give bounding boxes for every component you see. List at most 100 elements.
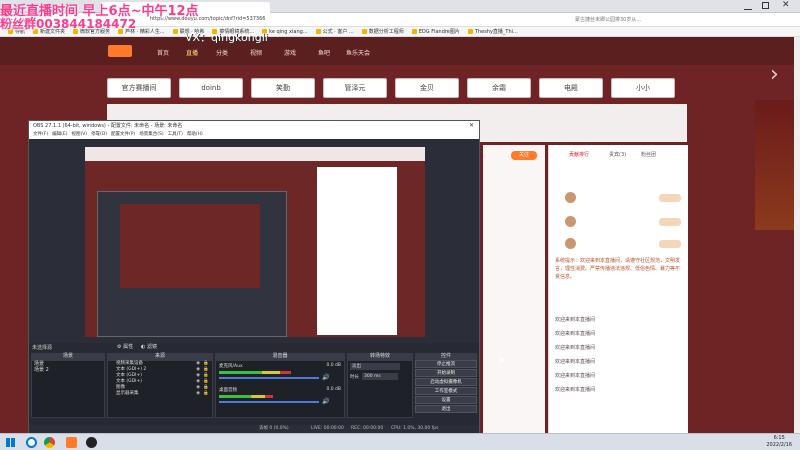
live-timer: LIVE: 00:00:00 bbox=[311, 426, 344, 431]
nav-item[interactable]: 鱼乐天会 bbox=[346, 48, 370, 57]
control-button[interactable]: 工作室模式 bbox=[415, 387, 477, 395]
scene-item[interactable]: 场景 2 bbox=[32, 367, 104, 373]
nested-chat-capture bbox=[317, 167, 397, 335]
obs-close-icon[interactable]: ✕ bbox=[469, 122, 474, 129]
minimize-icon[interactable] bbox=[744, 2, 752, 10]
duration-label: 时长 bbox=[350, 375, 359, 380]
rank-row[interactable] bbox=[553, 237, 685, 251]
windows-taskbar: 6:15 2022/2/16 bbox=[0, 433, 800, 450]
scenes-list: 场景 场景 2 bbox=[31, 360, 105, 418]
control-button[interactable]: 退出 bbox=[415, 405, 477, 413]
obs-menu-item[interactable]: 场景集合(S) bbox=[139, 132, 163, 137]
nested-browser-capture bbox=[85, 147, 425, 161]
sources-header: 来源 bbox=[107, 353, 213, 360]
chrome-icon[interactable] bbox=[44, 437, 55, 448]
desktop-track-db: 0.0 dB bbox=[326, 387, 341, 392]
chat-tab-fans[interactable]: 粉丝团 bbox=[641, 151, 656, 158]
obs-preview-canvas[interactable] bbox=[85, 147, 425, 337]
next-arrow-icon[interactable]: › bbox=[770, 62, 779, 87]
bookmark-item[interactable]: Theshy直播_Thi... bbox=[468, 27, 518, 36]
obs-dock-area: 未选择源 ⚙ 属性 ◐ 滤镜 场景 场景 场景 2 来源 视频采集设备 ◉ 🔒 文本 … bbox=[29, 343, 479, 433]
nav-item[interactable]: 鱼吧 bbox=[318, 48, 330, 57]
obs-app-icon[interactable] bbox=[86, 437, 97, 448]
nav-item[interactable]: 首页 bbox=[157, 48, 169, 57]
rank-row[interactable] bbox=[553, 215, 685, 229]
transitions-header: 转场特效 bbox=[347, 353, 413, 360]
nav-item[interactable]: 游戏 bbox=[284, 48, 296, 57]
streamer-tag-button[interactable]: 管泽元 bbox=[323, 78, 387, 98]
streamer-tag-button[interactable]: doinb bbox=[179, 78, 243, 98]
desktop-volume-slider[interactable] bbox=[219, 401, 319, 403]
windows-start-icon[interactable] bbox=[6, 438, 15, 447]
obs-menu-item[interactable]: 配置文件(P) bbox=[111, 132, 135, 137]
streamer-tag-button[interactable]: 电殿 bbox=[539, 78, 603, 98]
chat-message: 欢迎来到本直播间 bbox=[555, 387, 596, 393]
obs-menu-item[interactable]: 视图(V) bbox=[71, 132, 87, 137]
drop-frames: 丢帧 0 (0.0%) bbox=[259, 426, 289, 431]
nav-item[interactable]: 视频 bbox=[250, 48, 262, 57]
source-label: 图像 bbox=[116, 385, 125, 390]
site-nav: 首页 直播 分类 视频 游戏 鱼吧 鱼乐天会 bbox=[0, 37, 800, 65]
maximize-icon[interactable] bbox=[762, 2, 769, 9]
streamer-tag-button[interactable]: 金贝 bbox=[395, 78, 459, 98]
mixer-header: 混音器 bbox=[215, 353, 345, 360]
chat-tab-vip[interactable]: 贵宾(3) bbox=[609, 151, 626, 158]
filters-button[interactable]: ◐ 滤镜 bbox=[141, 343, 157, 351]
nav-item[interactable]: 分类 bbox=[216, 48, 228, 57]
nested-obs-capture bbox=[97, 191, 287, 337]
avatar bbox=[565, 192, 576, 203]
obs-menu-item[interactable]: 帮助(H) bbox=[187, 132, 203, 137]
nav-item[interactable]: 直播 bbox=[186, 48, 198, 57]
scenes-header: 场景 bbox=[31, 353, 105, 360]
douyu-app-icon[interactable] bbox=[66, 437, 77, 448]
filters-label: 滤镜 bbox=[146, 344, 157, 350]
properties-button[interactable]: ⚙ 属性 bbox=[117, 343, 133, 351]
search-icon[interactable] bbox=[26, 437, 37, 448]
chat-message: 欢迎来到本直播间 bbox=[555, 359, 596, 365]
control-button[interactable]: 停止推流 bbox=[415, 360, 477, 368]
rec-timer: REC: 00:00:00 bbox=[351, 426, 384, 431]
event-banner[interactable] bbox=[755, 100, 795, 230]
bookmark-item[interactable]: 数据分析工程师 bbox=[362, 27, 404, 36]
source-item[interactable]: 显示器采集 ◉ 🔒 bbox=[108, 391, 212, 397]
obs-menu-item[interactable]: 工具(T) bbox=[168, 132, 183, 137]
bookmark-item[interactable]: EDG Flandre图片 bbox=[412, 27, 460, 36]
mic-volume-slider[interactable] bbox=[219, 377, 319, 379]
audio-mixer: 麦克风/Aux 0.0 dB 🔊 桌面音频 0.0 dB 🔊 bbox=[215, 360, 345, 418]
control-button[interactable]: 设置 bbox=[415, 396, 477, 404]
duration-input[interactable]: 300 ms bbox=[362, 373, 398, 380]
clock-date: 2022/2/16 bbox=[766, 442, 792, 448]
douyu-logo[interactable] bbox=[108, 45, 132, 57]
streamer-tag-button[interactable]: 小小 bbox=[611, 78, 675, 98]
rank-row[interactable] bbox=[553, 191, 685, 205]
fan-group-text: 粉丝群003844184472 bbox=[0, 17, 137, 31]
visibility-eye-icon[interactable]: ◉ bbox=[196, 391, 200, 397]
desktop-speaker-icon[interactable]: 🔊 bbox=[322, 398, 329, 405]
cpu-fps: CPU: 1.0%, 30.00 fps bbox=[391, 426, 439, 431]
obs-menu-item[interactable]: 停靠(D) bbox=[91, 132, 107, 137]
close-icon[interactable]: ✕ bbox=[782, 0, 790, 10]
lock-icon[interactable]: 🔒 bbox=[203, 391, 209, 397]
chat-message: 欢迎来到本直播间 bbox=[555, 345, 596, 351]
control-button[interactable]: 开始录制 bbox=[415, 369, 477, 377]
rank-badge bbox=[659, 218, 681, 226]
bookmark-item[interactable]: ke qing xiang... bbox=[262, 27, 307, 36]
follow-button[interactable]: 关注 bbox=[511, 151, 537, 160]
avatar bbox=[565, 216, 576, 227]
mic-track-name: 麦克风/Aux bbox=[219, 364, 243, 369]
rank-badge bbox=[659, 240, 681, 248]
sources-list: 视频采集设备 ◉ 🔒 文本 (GDI+) 2 ◉ 🔒 文本 (GDI+) ◉ 🔒 文本 (GDI+… bbox=[107, 360, 213, 418]
transition-select[interactable]: 淡出 bbox=[350, 363, 400, 370]
chat-message: 欢迎来到本直播间 bbox=[555, 331, 596, 337]
system-clock[interactable]: 6:15 2022/2/16 bbox=[766, 435, 792, 449]
streamer-tag-button[interactable]: 官方赛播间 bbox=[107, 78, 171, 98]
search-box[interactable]: 蒙古捷丝未卿公园排30岁从... bbox=[575, 16, 705, 23]
page-scrollbar[interactable] bbox=[794, 37, 800, 433]
obs-menu-item[interactable]: 文件(F) bbox=[33, 132, 48, 137]
obs-menu-item[interactable]: 编辑(E) bbox=[52, 132, 67, 137]
mic-speaker-icon[interactable]: 🔊 bbox=[322, 374, 329, 381]
streamer-tag-button[interactable]: 余霜 bbox=[467, 78, 531, 98]
control-button[interactable]: 启动虚拟摄像机 bbox=[415, 378, 477, 386]
bookmark-item[interactable]: 公式 · 客户 ... bbox=[316, 27, 354, 36]
streamer-tag-button[interactable]: 笑勤 bbox=[251, 78, 315, 98]
